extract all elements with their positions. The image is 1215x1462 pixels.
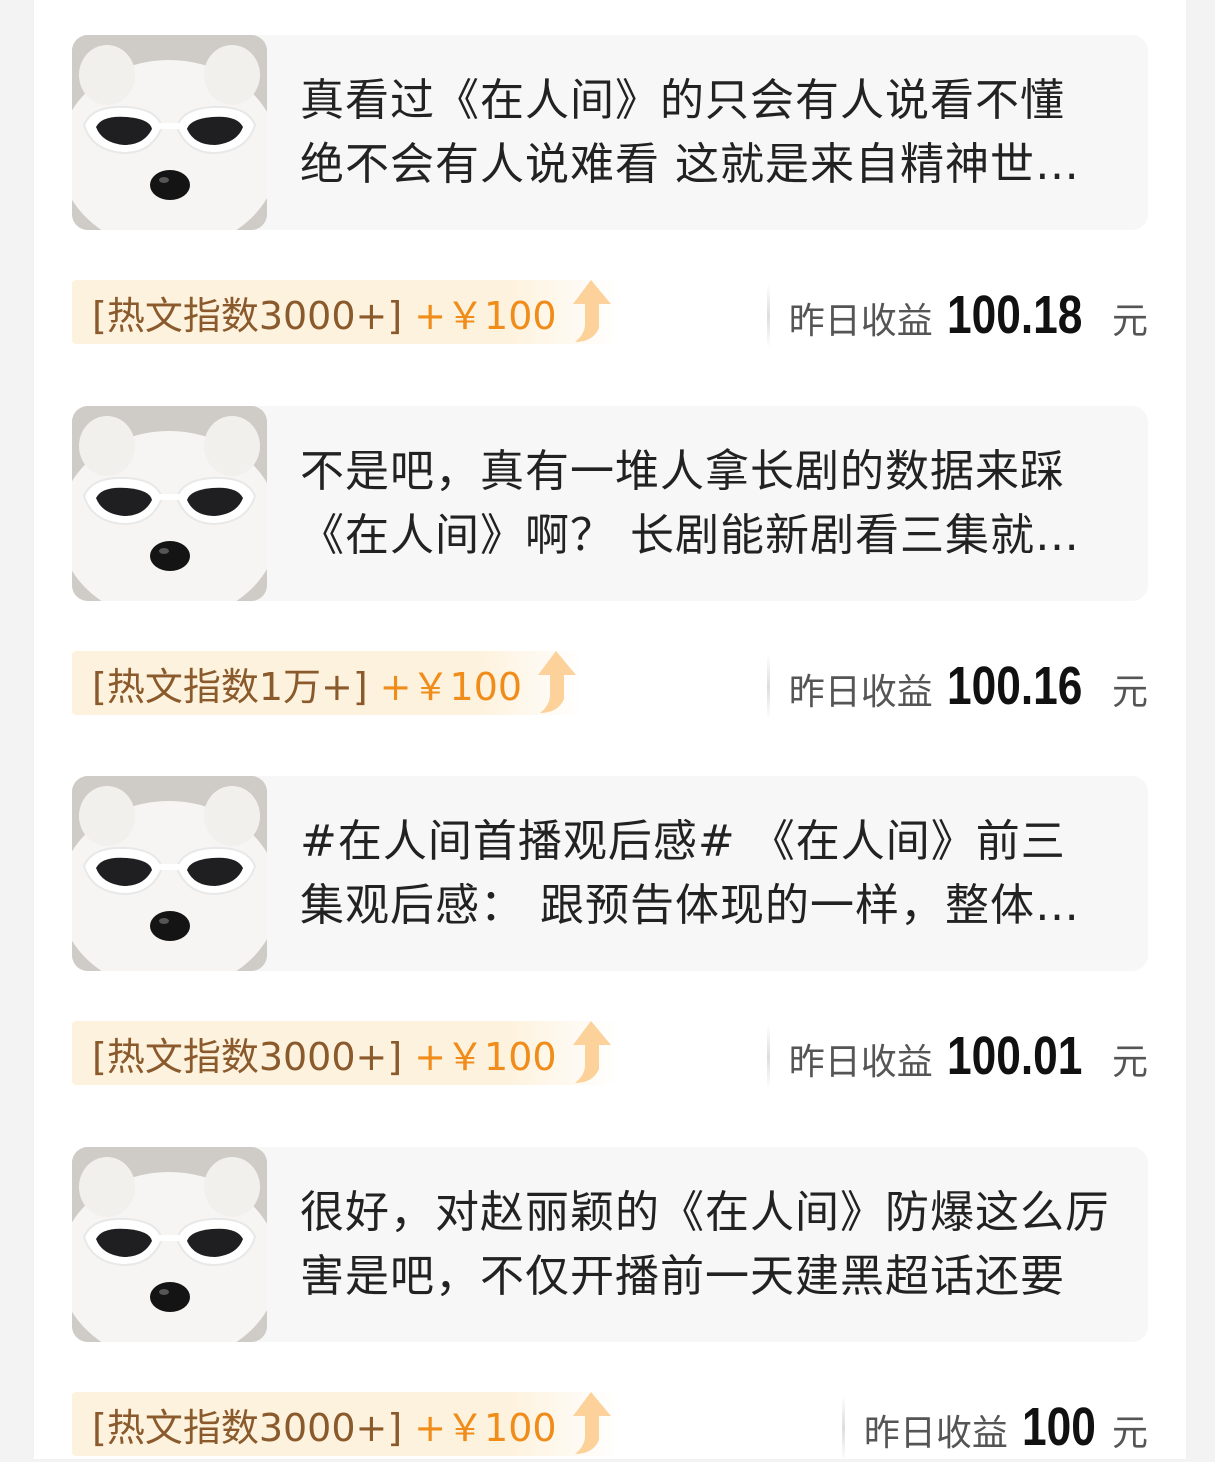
samoyed-sunglasses-avatar <box>72 776 267 971</box>
income-unit: 元 <box>1111 672 1148 713</box>
hot-index-badge: [热文指数3000+] +￥100 <box>72 1021 617 1085</box>
post-excerpt: 不是吧，真有一堆人拿长剧的数据来踩《在人间》啊？ 长剧能新剧看三集就弃吗 <box>300 446 1080 561</box>
earnings-list-page: 真看过《在人间》的只会有人说看不懂 绝不会有人说难看 这就是来自精神世界的碰撞 … <box>34 0 1186 1462</box>
list-item: 不是吧，真有一堆人拿长剧的数据来踩《在人间》啊？ 长剧能新剧看三集就弃吗 [热文… <box>72 406 1148 776</box>
post-excerpt: 真看过《在人间》的只会有人说看不懂 绝不会有人说难看 这就是来自精神世界的碰撞 <box>300 75 1080 190</box>
up-arrow-icon <box>572 1392 611 1454</box>
income-unit: 元 <box>1111 301 1148 342</box>
income-value: 100.18 <box>946 285 1083 345</box>
income-unit: 元 <box>1111 1413 1148 1454</box>
post-card[interactable]: #在人间首播观后感# 《在人间》前三集观后感： 跟预告体现的一样，整体风格 <box>72 776 1148 971</box>
reward-amount: +￥100 <box>414 1034 557 1079</box>
list-item: 真看过《在人间》的只会有人说看不懂 绝不会有人说难看 这就是来自精神世界的碰撞 … <box>72 35 1148 405</box>
yesterday-income: 昨日收益 100 元 <box>841 1392 1148 1462</box>
hot-index-badge: [热文指数3000+] +￥100 <box>72 280 617 344</box>
up-arrow-icon <box>572 280 611 342</box>
income-value: 100.01 <box>946 1026 1083 1086</box>
reward-amount: +￥100 <box>379 664 523 709</box>
hot-index-label: [热文指数3000+] <box>92 293 403 338</box>
income-label: 昨日收益 <box>788 1042 933 1083</box>
hot-index-label: [热文指数1万+] <box>92 664 368 709</box>
post-excerpt: 很好，对赵丽颖的《在人间》防爆这么厉害是吧，不仅开播前一天建黑超话还要 <box>300 1187 1110 1302</box>
income-label: 昨日收益 <box>863 1413 1008 1454</box>
income-value: 100 <box>1021 1397 1096 1457</box>
income-value: 100.16 <box>946 656 1083 716</box>
up-arrow-icon <box>572 1021 611 1083</box>
list-item: #在人间首播观后感# 《在人间》前三集观后感： 跟预告体现的一样，整体风格 [热… <box>72 776 1148 1146</box>
up-arrow-icon <box>538 651 577 713</box>
yesterday-income: 昨日收益 100.16 元 <box>766 651 1148 721</box>
yesterday-income: 昨日收益 100.01 元 <box>766 1021 1148 1091</box>
reward-amount: +￥100 <box>414 293 557 338</box>
reward-amount: +￥100 <box>414 1405 557 1450</box>
post-card[interactable]: 不是吧，真有一堆人拿长剧的数据来踩《在人间》啊？ 长剧能新剧看三集就弃吗 <box>72 406 1148 601</box>
hot-index-badge: [热文指数1万+] +￥100 <box>72 651 583 715</box>
hot-index-label: [热文指数3000+] <box>92 1034 403 1079</box>
post-card[interactable]: 很好，对赵丽颖的《在人间》防爆这么厉害是吧，不仅开播前一天建黑超话还要 <box>72 1147 1148 1342</box>
hot-index-label: [热文指数3000+] <box>92 1405 403 1450</box>
samoyed-sunglasses-avatar <box>72 35 267 230</box>
income-label: 昨日收益 <box>788 672 933 713</box>
post-excerpt: #在人间首播观后感# 《在人间》前三集观后感： 跟预告体现的一样，整体风格 <box>300 816 1080 931</box>
yesterday-income: 昨日收益 100.18 元 <box>766 280 1148 350</box>
income-unit: 元 <box>1111 1042 1148 1083</box>
hot-index-badge: [热文指数3000+] +￥100 <box>72 1392 617 1456</box>
list-item: 很好，对赵丽颖的《在人间》防爆这么厉害是吧，不仅开播前一天建黑超话还要 [热文指… <box>72 1147 1148 1462</box>
income-label: 昨日收益 <box>788 301 933 342</box>
samoyed-sunglasses-avatar <box>72 406 267 601</box>
samoyed-sunglasses-avatar <box>72 1147 267 1342</box>
post-card[interactable]: 真看过《在人间》的只会有人说看不懂 绝不会有人说难看 这就是来自精神世界的碰撞 <box>72 35 1148 230</box>
